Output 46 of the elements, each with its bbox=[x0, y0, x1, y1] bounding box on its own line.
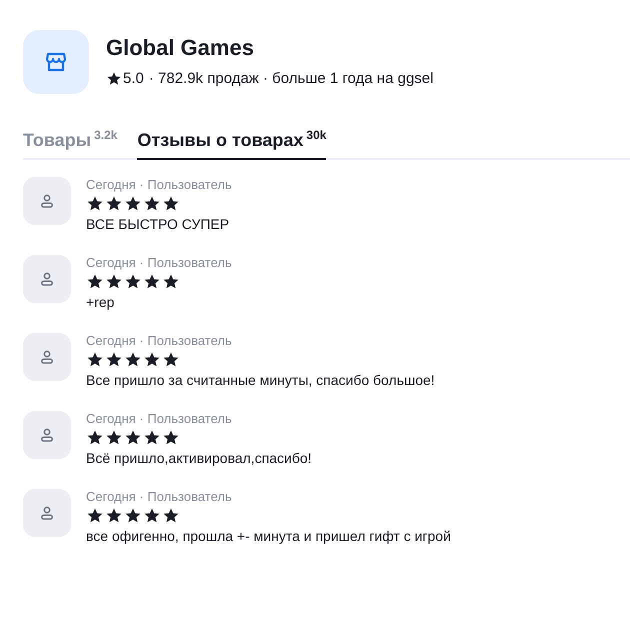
star-icon bbox=[124, 507, 142, 525]
shop-name: Global Games bbox=[106, 35, 255, 61]
shop-rating: 5.0 bbox=[123, 70, 144, 87]
star-icon bbox=[124, 273, 142, 291]
star-icon bbox=[162, 273, 180, 291]
star-icon bbox=[105, 507, 123, 525]
star-icon bbox=[105, 195, 123, 213]
star-icon bbox=[162, 195, 180, 213]
star-icon bbox=[143, 273, 161, 291]
review-meta: Сегодня · Пользователь bbox=[86, 411, 233, 426]
storefront-icon bbox=[44, 50, 68, 74]
star-icon bbox=[86, 429, 104, 447]
star-icon bbox=[162, 507, 180, 525]
star-icon bbox=[143, 507, 161, 525]
star-icon bbox=[86, 273, 104, 291]
user-icon bbox=[38, 270, 56, 288]
star-icon bbox=[86, 351, 104, 369]
user-icon bbox=[38, 504, 56, 522]
star-icon bbox=[162, 429, 180, 447]
star-icon bbox=[143, 429, 161, 447]
star-icon bbox=[124, 351, 142, 369]
review-meta: Сегодня · Пользователь bbox=[86, 333, 233, 348]
star-icon bbox=[143, 195, 161, 213]
review-text: +rep bbox=[86, 294, 116, 310]
star-icon bbox=[124, 195, 142, 213]
review-text: Все пришло за считанные минуты, спасибо большое! bbox=[86, 372, 435, 388]
user-icon bbox=[38, 348, 56, 366]
shop-stats: · 782.9k продаж · больше 1 года на ggsel bbox=[148, 70, 434, 87]
tab[interactable]: Отзывы о товарах $^{30k}$ bbox=[137, 128, 326, 160]
user-icon bbox=[38, 426, 56, 444]
review-meta: Сегодня · Пользователь bbox=[86, 177, 232, 192]
star-icon bbox=[105, 273, 123, 291]
user-icon bbox=[38, 192, 56, 210]
star-icon bbox=[162, 351, 180, 369]
review-text: все офигенно, прошла +- минута и пришел гифт с игрой bbox=[86, 528, 451, 544]
star-icon bbox=[143, 351, 161, 369]
star-icon bbox=[105, 429, 123, 447]
review-meta: Сегодня · Пользователь bbox=[86, 489, 233, 504]
review-text: ВСЕ БЫСТРО СУПЕР bbox=[86, 216, 230, 232]
review-meta: Сегодня · Пользователь bbox=[86, 255, 232, 270]
star-icon bbox=[86, 195, 104, 213]
review-text: Всё пришло,активировал,спасибо! bbox=[86, 450, 312, 466]
star-icon bbox=[105, 351, 123, 369]
star-icon bbox=[106, 70, 122, 86]
star-icon bbox=[124, 429, 142, 447]
star-icon bbox=[86, 507, 104, 525]
